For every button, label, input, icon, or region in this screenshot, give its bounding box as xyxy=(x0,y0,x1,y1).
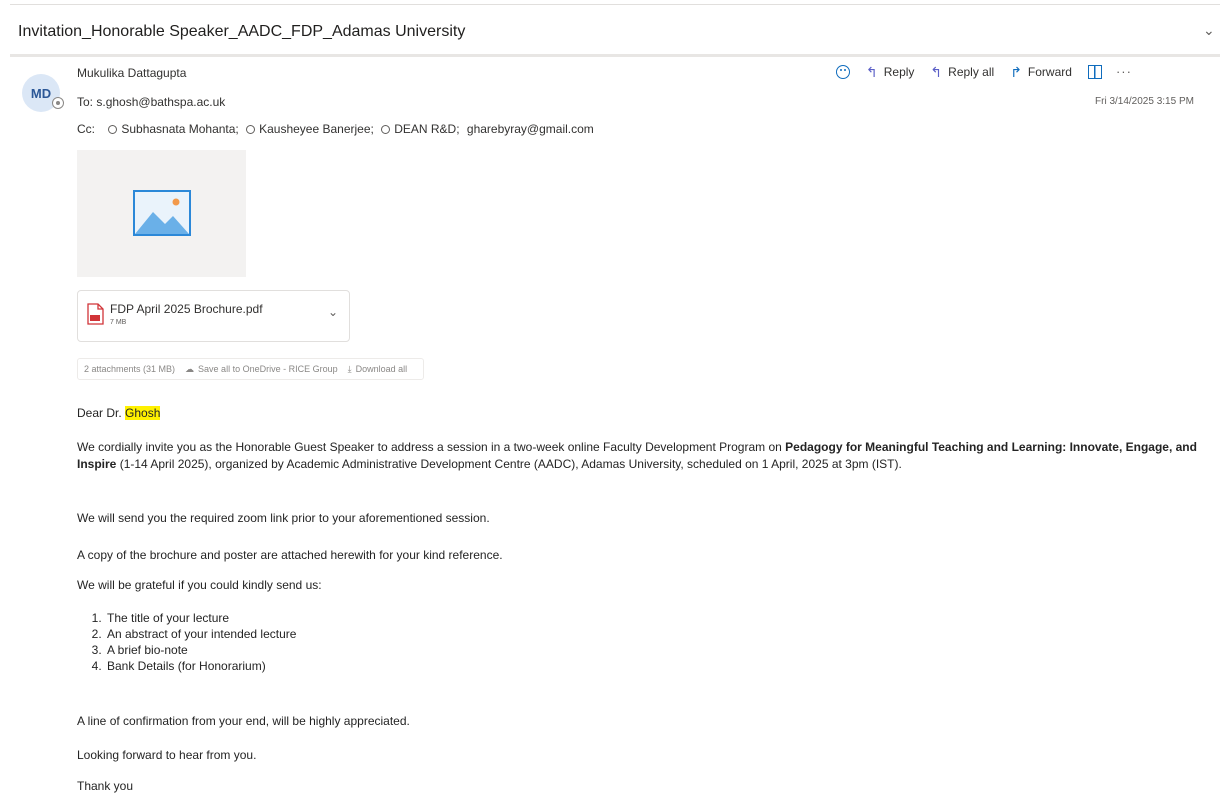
forward-button[interactable]: ↱ Forward xyxy=(1010,65,1072,79)
attachment-name: FDP April 2025 Brochure.pdf xyxy=(110,302,263,316)
request-paragraph: We will be grateful if you could kindly … xyxy=(77,578,322,592)
attachment-count: 2 attachments (31 MB) xyxy=(84,364,176,374)
image-icon xyxy=(133,190,191,236)
contact-icon xyxy=(108,125,118,134)
list-item: Bank Details (for Honorarium) xyxy=(105,658,296,674)
contact-icon xyxy=(381,125,391,134)
reply-all-button[interactable]: ↰ Reply all xyxy=(930,65,994,79)
cc-label: Cc: xyxy=(77,122,95,136)
reply-all-icon: ↰ xyxy=(930,63,943,80)
more-actions-button[interactable]: ··· xyxy=(1116,64,1132,79)
sender-name[interactable]: Mukulika Dattagupta xyxy=(77,66,186,80)
download-all-button[interactable]: ⤓ Download all xyxy=(348,364,408,375)
attachment-size: 7 MB xyxy=(110,319,127,326)
zoom-paragraph: We will send you the required zoom link … xyxy=(77,511,490,525)
chevron-down-icon[interactable]: ⌄ xyxy=(1203,22,1215,39)
message-date: Fri 3/14/2025 3:15 PM xyxy=(1095,96,1194,107)
save-to-onedrive-button[interactable]: ☁ Save all to OneDrive - RICE Group xyxy=(185,364,338,375)
to-recipient[interactable]: s.ghosh@bathspa.ac.uk xyxy=(96,95,225,109)
cc-line: Cc: Subhasnata Mohanta; Kausheyee Banerj… xyxy=(77,122,594,136)
invitation-paragraph: We cordially invite you as the Honorable… xyxy=(77,440,1197,471)
greeting: Dear Dr. Ghosh xyxy=(77,406,161,420)
attachment-card[interactable]: FDP April 2025 Brochure.pdf 7 MB ⌄ xyxy=(77,290,350,342)
highlighted-name: Ghosh xyxy=(125,406,161,420)
cc-recipient[interactable]: Subhasnata Mohanta; xyxy=(108,122,239,136)
emoji-reaction-icon[interactable] xyxy=(836,64,850,79)
cc-recipient[interactable]: Kausheyee Banerjee; xyxy=(246,122,374,136)
attachment-bar: 2 attachments (31 MB) ☁ Save all to OneDr… xyxy=(77,358,425,380)
list-item: The title of your lecture xyxy=(105,610,296,626)
presence-status-icon xyxy=(52,97,64,109)
to-line: To: s.ghosh@bathspa.ac.uk xyxy=(77,95,225,109)
top-divider xyxy=(10,4,1220,5)
avatar-initials: MD xyxy=(30,85,52,101)
download-icon: ⤓ xyxy=(347,363,352,374)
list-item: A brief bio-note xyxy=(105,642,296,658)
cc-recipient[interactable]: DEAN R&D; xyxy=(381,122,460,136)
reply-button[interactable]: ↰ Reply xyxy=(866,65,914,79)
image-placeholder[interactable] xyxy=(77,150,246,277)
closing-paragraph: Looking forward to hear from you. xyxy=(77,748,257,762)
list-item: An abstract of your intended lecture xyxy=(105,626,296,642)
thanks-line: Thank you xyxy=(77,779,134,793)
reply-icon: ↰ xyxy=(866,63,878,80)
immersive-reader-icon[interactable] xyxy=(1087,64,1102,79)
pdf-file-icon xyxy=(87,303,104,325)
brochure-paragraph: A copy of the brochure and poster are at… xyxy=(77,548,503,562)
request-list: The title of your lecture An abstract of… xyxy=(77,610,296,674)
confirmation-paragraph: A line of confirmation from your end, wi… xyxy=(77,714,410,728)
cloud-icon: ☁ xyxy=(185,363,195,374)
email-subject: Invitation_Honorable Speaker_AADC_FDP_Ad… xyxy=(18,23,466,40)
to-label: To: xyxy=(77,95,94,109)
contact-icon xyxy=(246,125,256,134)
cc-recipient[interactable]: gharebyray@gmail.com xyxy=(467,122,594,136)
forward-icon: ↱ xyxy=(1010,63,1022,80)
chevron-down-icon[interactable]: ⌄ xyxy=(328,305,338,319)
message-actions: ↰ Reply ↰ Reply all ↱ Forward ··· xyxy=(836,64,1132,79)
subject-divider xyxy=(10,54,1220,57)
